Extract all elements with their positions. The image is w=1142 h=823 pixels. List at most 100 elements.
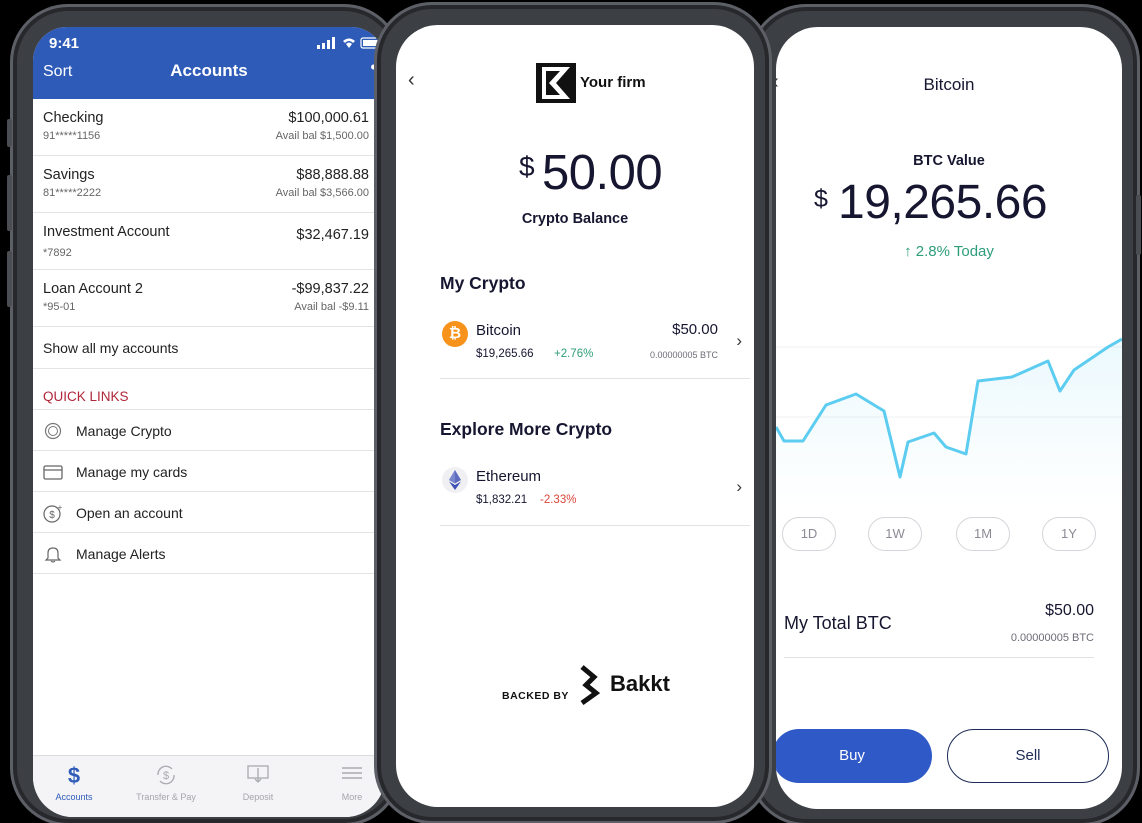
tab-deposit[interactable]: Deposit — [223, 762, 293, 802]
account-row-loan[interactable]: Loan Account 2 *95-01 -$99,837.22 Avail … — [33, 270, 385, 327]
quick-link-open-account[interactable]: $ + Open an account — [33, 492, 385, 533]
dollar-icon: $ — [67, 763, 81, 788]
crypto-balance: 50.00 — [542, 146, 663, 200]
price-area — [776, 339, 1122, 507]
tab-transfer-pay[interactable]: $ Transfer & Pay — [131, 762, 201, 802]
bitcoin-screen: ‹ Bitcoin BTC Value $ 19,265.66 ↑ 2.8% T… — [776, 27, 1122, 809]
total-btc-amount: 0.00000005 BTC — [1010, 632, 1094, 644]
tab-label: More — [341, 792, 363, 802]
btc-value-label: BTC Value — [913, 153, 985, 169]
dollar-plus-icon: $ + — [43, 503, 63, 523]
quick-link-label: Manage Alerts — [76, 546, 166, 562]
phone-accounts: 9:41 Sort Accounts •• Checking 91*****11… — [7, 4, 402, 823]
transfer-icon: $ — [131, 762, 201, 790]
balance-currency: $ — [519, 151, 535, 182]
bottom-tab-bar: $ Accounts $ Transfer & Pay Deposit More — [33, 755, 385, 817]
coin-price: $1,832.21 — [476, 494, 528, 506]
sell-button[interactable]: Sell — [947, 729, 1109, 783]
svg-text:$: $ — [163, 770, 169, 782]
account-number: 81*****2222 — [43, 187, 102, 199]
side-button — [7, 119, 12, 147]
show-all-accounts-link[interactable]: Show all my accounts — [33, 327, 385, 369]
coin-price: $19,265.66 — [476, 348, 534, 360]
quick-link-manage-crypto[interactable]: Manage Crypto — [33, 410, 385, 451]
account-name: Checking — [43, 110, 104, 126]
coin-change: +2.76% — [554, 348, 594, 360]
account-balance: $88,888.88 — [296, 167, 369, 183]
bitcoin-icon: ₿ — [442, 321, 468, 347]
chevron-right-icon: › — [736, 331, 742, 350]
coin-name: Ethereum — [476, 468, 542, 485]
quick-link-label: Manage my cards — [76, 464, 188, 480]
account-name: Investment Account — [43, 224, 170, 240]
coin-amount: 0.00000005 BTC — [649, 350, 718, 360]
coin-row-bitcoin[interactable]: ₿ Bitcoin $19,265.66 +2.76% $50.00 0.000… — [440, 317, 750, 379]
available-balance: Avail bal $3,566.00 — [275, 187, 369, 199]
range-1y-button[interactable]: 1Y — [1042, 517, 1096, 551]
crypto-screen: ‹ Your firm $ 50.00 Crypto Balance My Cr… — [396, 25, 754, 807]
available-balance: Avail bal -$9.11 — [294, 301, 369, 313]
quick-link-manage-alerts[interactable]: Manage Alerts — [33, 533, 385, 574]
quick-links-heading: QUICK LINKS — [33, 369, 385, 410]
btc-change-today: ↑ 2.8% Today — [904, 243, 994, 260]
back-chevron-icon[interactable]: ‹ — [408, 69, 415, 92]
my-crypto-heading: My Crypto — [440, 273, 526, 293]
account-row-checking[interactable]: Checking 91*****1156 $100,000.61 Avail b… — [33, 99, 385, 156]
account-list: Checking 91*****1156 $100,000.61 Avail b… — [33, 99, 385, 327]
chevron-right-icon: › — [736, 477, 742, 496]
buy-button[interactable]: Buy — [776, 729, 932, 783]
coin-value: $50.00 — [672, 321, 718, 338]
account-name: Savings — [43, 167, 95, 183]
quick-link-label: Open an account — [76, 505, 183, 521]
coin-change: -2.33% — [540, 494, 577, 506]
firm-name: Your firm — [580, 74, 646, 91]
quick-link-manage-cards[interactable]: Manage my cards — [33, 451, 385, 492]
tab-label: Accounts — [55, 792, 93, 802]
bakkt-logo-icon — [580, 665, 601, 705]
total-btc-label: My Total BTC — [784, 613, 892, 633]
account-name: Loan Account 2 — [43, 281, 143, 297]
phone-crypto: ‹ Your firm $ 50.00 Crypto Balance My Cr… — [374, 2, 772, 823]
account-row-investment[interactable]: Investment Account *7892 $32,467.19 — [33, 213, 385, 270]
range-1w-button[interactable]: 1W — [868, 517, 922, 551]
firm-logo-icon — [536, 63, 576, 103]
signal-wifi-battery-icon — [317, 37, 383, 52]
account-number: 91*****1156 — [43, 130, 101, 142]
backed-by-label: BACKED BY — [502, 690, 569, 702]
explore-crypto-heading: Explore More Crypto — [440, 419, 613, 439]
account-balance: $100,000.61 — [288, 110, 369, 126]
coin-row-ethereum[interactable]: Ethereum $1,832.21 -2.33% › — [440, 463, 750, 526]
status-time: 9:41 — [49, 35, 80, 52]
deposit-icon — [223, 762, 293, 790]
tab-label: Transfer & Pay — [136, 792, 196, 802]
account-balance: $32,467.19 — [296, 227, 369, 243]
btc-value: 19,265.66 — [838, 176, 1048, 229]
svg-text:$: $ — [49, 510, 55, 521]
btc-value-currency: $ — [814, 185, 828, 213]
tab-accounts[interactable]: $ Accounts — [39, 762, 109, 802]
total-btc-value: $50.00 — [1045, 602, 1094, 619]
side-button — [7, 175, 12, 231]
range-1d-button[interactable]: 1D — [782, 517, 836, 551]
svg-text:+: + — [58, 503, 63, 512]
quick-link-label: Manage Crypto — [76, 423, 172, 439]
page-title: Accounts — [170, 61, 248, 80]
crypto-balance-label: Crypto Balance — [521, 211, 629, 227]
account-number: *7892 — [43, 247, 72, 259]
accounts-screen: 9:41 Sort Accounts •• Checking 91*****11… — [33, 27, 385, 817]
page-title: Bitcoin — [923, 75, 975, 94]
range-1m-button[interactable]: 1M — [956, 517, 1010, 551]
divider — [784, 657, 1094, 658]
price-chart — [776, 337, 1122, 507]
account-row-savings[interactable]: Savings 81*****2222 $88,888.88 Avail bal… — [33, 156, 385, 213]
partner-name: Bakkt — [610, 671, 670, 696]
tab-label: Deposit — [242, 792, 274, 802]
side-button — [7, 251, 12, 307]
available-balance: Avail bal $1,500.00 — [275, 130, 369, 142]
account-number: *95-01 — [43, 301, 76, 313]
bell-icon — [43, 545, 63, 563]
accounts-header: 9:41 Sort Accounts •• — [33, 27, 385, 99]
account-balance: -$99,837.22 — [291, 281, 369, 297]
coin-name: Bitcoin — [476, 322, 522, 339]
ethereum-icon — [442, 467, 468, 493]
